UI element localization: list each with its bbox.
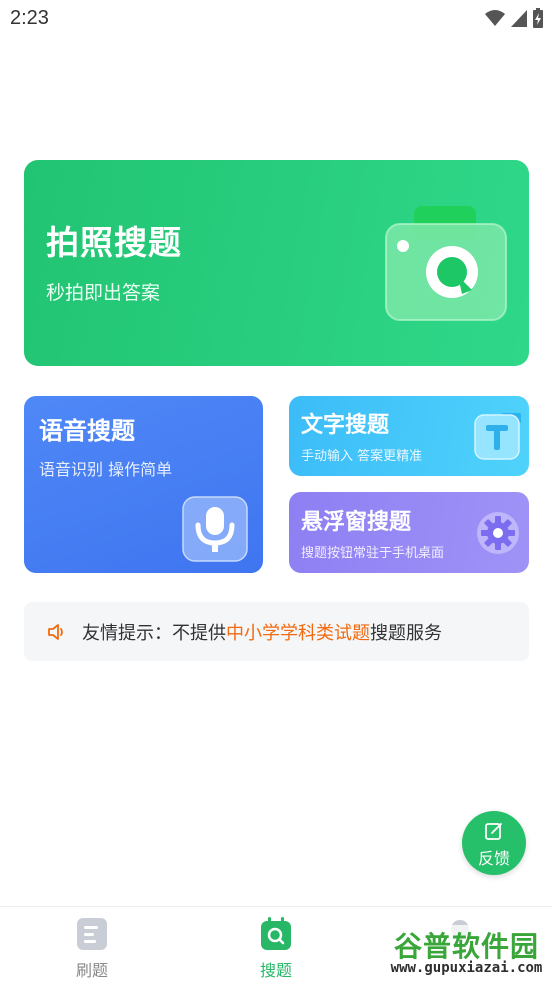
photo-search-subtitle: 秒拍即出答案 xyxy=(46,282,161,304)
photo-search-card[interactable]: 拍照搜题 秒拍即出答案 xyxy=(24,160,529,366)
float-search-title: 悬浮窗搜题 xyxy=(301,510,412,535)
watermark: 谷普软件园 www.gupuxiazai.com xyxy=(383,925,550,980)
float-search-subtitle: 搜题按钮常驻于手机桌面 xyxy=(301,546,445,561)
wifi-icon xyxy=(485,10,505,26)
speaker-icon xyxy=(48,624,63,640)
tip-notice-bar: 友情提示：不提供中小学学科类试题搜题服务 xyxy=(24,602,529,661)
camera-icon xyxy=(385,206,507,321)
tip-suffix: 搜题服务 xyxy=(370,623,442,644)
status-icons xyxy=(484,7,544,29)
tip-highlight: 中小学学科类试题 xyxy=(226,623,370,644)
search-calendar-icon xyxy=(261,917,291,950)
nav-item-search[interactable]: 搜题 xyxy=(221,907,331,983)
signal-icon xyxy=(511,10,527,27)
text-search-title: 文字搜题 xyxy=(301,413,390,438)
nav-label-practice: 刷题 xyxy=(75,961,108,980)
gear-icon xyxy=(477,512,519,554)
feedback-label: 反馈 xyxy=(477,849,510,868)
text-search-subtitle: 手动输入 答案更精准 xyxy=(301,449,423,464)
voice-search-subtitle: 语音识别 操作简单 xyxy=(39,460,173,479)
watermark-url: www.gupuxiazai.com xyxy=(390,960,543,976)
text-search-card[interactable]: 文字搜题 手动输入 答案更精准 xyxy=(289,396,529,476)
text-t-icon xyxy=(474,413,521,460)
document-icon xyxy=(77,918,107,950)
status-time: 2:23 xyxy=(10,7,49,29)
microphone-icon xyxy=(182,496,248,562)
feedback-button[interactable]: 反馈 xyxy=(462,811,526,875)
photo-search-title: 拍照搜题 xyxy=(46,223,182,262)
voice-search-title: 语音搜题 xyxy=(39,417,135,445)
tip-text: 友情提示：不提供中小学学科类试题搜题服务 xyxy=(82,619,442,645)
nav-label-search: 搜题 xyxy=(259,961,292,980)
watermark-title: 谷普软件园 xyxy=(393,930,539,963)
float-window-search-card[interactable]: 悬浮窗搜题 搜题按钮常驻于手机桌面 xyxy=(289,492,529,573)
tip-prefix: 友情提示：不提供 xyxy=(82,623,226,644)
voice-search-card[interactable]: 语音搜题 语音识别 操作简单 xyxy=(24,396,263,573)
edit-icon xyxy=(485,823,502,840)
status-bar: 2:23 xyxy=(0,0,552,40)
battery-charging-icon xyxy=(533,8,543,28)
nav-item-practice[interactable]: 刷题 xyxy=(37,907,147,983)
